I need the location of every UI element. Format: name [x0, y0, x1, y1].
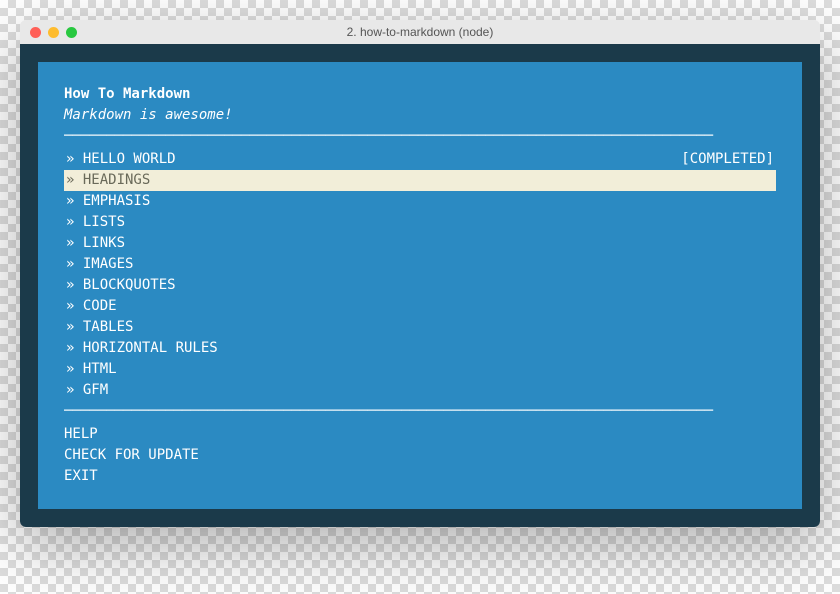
- window-controls: [30, 27, 77, 38]
- action-help[interactable]: HELP: [64, 424, 776, 445]
- menu-item-gfm[interactable]: GFM: [64, 380, 776, 401]
- action-menu: HELP CHECK FOR UPDATE EXIT: [64, 424, 776, 487]
- menu-item-label: CODE: [66, 296, 117, 317]
- screen: How To Markdown Markdown is awesome! ───…: [38, 62, 802, 509]
- menu-item-lists[interactable]: LISTS: [64, 212, 776, 233]
- menu-item-label: EMPHASIS: [66, 191, 150, 212]
- menu-item-blockquotes[interactable]: BLOCKQUOTES: [64, 275, 776, 296]
- divider: ────────────────────────────────────────…: [64, 126, 776, 147]
- action-exit[interactable]: EXIT: [64, 466, 776, 487]
- status-badge: [COMPLETED]: [681, 149, 774, 170]
- menu-item-horizontal-rules[interactable]: HORIZONTAL RULES: [64, 338, 776, 359]
- menu-item-images[interactable]: IMAGES: [64, 254, 776, 275]
- menu-item-label: TABLES: [66, 317, 133, 338]
- menu-item-emphasis[interactable]: EMPHASIS: [64, 191, 776, 212]
- terminal: How To Markdown Markdown is awesome! ───…: [20, 44, 820, 527]
- divider: ────────────────────────────────────────…: [64, 401, 776, 422]
- menu-item-html[interactable]: HTML: [64, 359, 776, 380]
- menu-item-label: HORIZONTAL RULES: [66, 338, 218, 359]
- menu-item-label: HEADINGS: [66, 170, 150, 191]
- minimize-icon[interactable]: [48, 27, 59, 38]
- window-title: 2. how-to-markdown (node): [20, 25, 820, 39]
- page-title: How To Markdown: [64, 84, 776, 105]
- menu-item-headings[interactable]: HEADINGS: [64, 170, 776, 191]
- menu-item-links[interactable]: LINKS: [64, 233, 776, 254]
- menu-item-label: LISTS: [66, 212, 125, 233]
- app-window: 2. how-to-markdown (node) How To Markdow…: [20, 20, 820, 527]
- menu-item-label: LINKS: [66, 233, 125, 254]
- menu-item-tables[interactable]: TABLES: [64, 317, 776, 338]
- menu-item-hello-world[interactable]: HELLO WORLD [COMPLETED]: [64, 149, 776, 170]
- lesson-menu: HELLO WORLD [COMPLETED] HEADINGS EMPHASI…: [64, 149, 776, 401]
- menu-item-label: IMAGES: [66, 254, 133, 275]
- close-icon[interactable]: [30, 27, 41, 38]
- page-subtitle: Markdown is awesome!: [64, 105, 776, 126]
- titlebar: 2. how-to-markdown (node): [20, 20, 820, 44]
- menu-item-label: GFM: [66, 380, 108, 401]
- menu-item-code[interactable]: CODE: [64, 296, 776, 317]
- menu-item-label: BLOCKQUOTES: [66, 275, 176, 296]
- menu-item-label: HTML: [66, 359, 117, 380]
- action-update[interactable]: CHECK FOR UPDATE: [64, 445, 776, 466]
- menu-item-label: HELLO WORLD: [66, 149, 176, 170]
- zoom-icon[interactable]: [66, 27, 77, 38]
